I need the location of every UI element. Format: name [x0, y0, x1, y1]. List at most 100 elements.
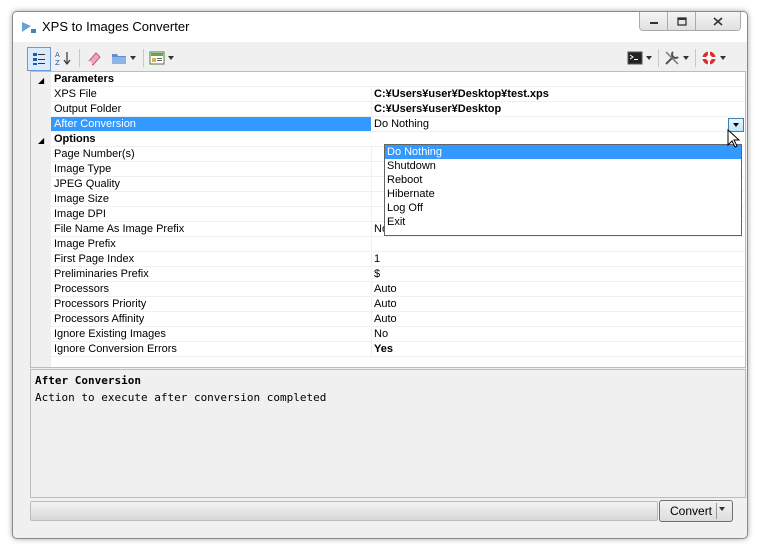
mouse-cursor-icon: [727, 129, 741, 148]
category-label: Options: [54, 133, 96, 145]
eraser-icon: [88, 52, 101, 66]
property-row-after-conversion[interactable]: After Conversion Do Nothing: [31, 117, 745, 132]
dropdown-option[interactable]: Hibernate: [385, 187, 741, 201]
toolbar: A Z: [17, 43, 743, 73]
column-divider: [371, 162, 372, 177]
collapse-icon[interactable]: ◢: [38, 76, 44, 85]
property-label: Output Folder: [54, 103, 122, 115]
toolbar-separator: [79, 49, 80, 67]
window-title: XPS to Images Converter: [42, 19, 190, 34]
property-row[interactable]: Processors Auto: [31, 282, 745, 297]
property-label: Processors: [54, 283, 110, 295]
property-row-output-folder[interactable]: Output Folder C:¥Users¥user¥Desktop: [31, 102, 745, 117]
description-text: Action to execute after conversion compl…: [35, 391, 327, 404]
property-value[interactable]: Auto: [374, 313, 397, 325]
property-label: Ignore Conversion Errors: [54, 343, 177, 355]
folder-open-icon: [112, 54, 126, 64]
property-value[interactable]: Yes: [374, 343, 393, 355]
property-value[interactable]: C:¥Users¥user¥Desktop: [374, 103, 501, 115]
property-label: Image Size: [54, 193, 110, 205]
progress-bar: [30, 501, 658, 521]
open-folder-button[interactable]: [109, 47, 139, 69]
title-bar[interactable]: XPS to Images Converter: [13, 12, 747, 42]
close-icon: [713, 16, 723, 26]
column-divider: [371, 237, 372, 252]
property-label: Ignore Existing Images: [54, 328, 166, 340]
clear-button[interactable]: [83, 47, 105, 69]
category-parameters[interactable]: ◢ Parameters: [31, 72, 745, 87]
chevron-down-icon: [732, 122, 739, 127]
help-button[interactable]: [699, 47, 729, 69]
toolbar-separator: [658, 49, 659, 67]
svg-text:Z: Z: [55, 59, 60, 66]
column-divider: [371, 267, 372, 282]
minimize-button[interactable]: [640, 12, 668, 30]
column-divider: [371, 222, 372, 237]
property-row[interactable]: Ignore Conversion Errors Yes: [31, 342, 745, 357]
property-value[interactable]: 1: [374, 253, 380, 265]
property-value[interactable]: C:¥Users¥user¥Desktop¥test.xps: [374, 88, 549, 100]
dropdown-option[interactable]: Shutdown: [385, 159, 741, 173]
property-row[interactable]: Processors Affinity Auto: [31, 312, 745, 327]
property-row[interactable]: Image Prefix: [31, 237, 745, 252]
column-divider: [371, 147, 372, 162]
column-divider: [371, 282, 372, 297]
image-settings-icon: [149, 51, 165, 65]
property-label: Processors Priority: [54, 298, 147, 310]
category-label: Parameters: [54, 73, 114, 85]
property-label: XPS File: [54, 88, 97, 100]
console-button[interactable]: [625, 47, 655, 69]
app-icon: [22, 22, 36, 33]
after-conversion-dropdown: Do Nothing Shutdown Reboot Hibernate Log…: [384, 144, 742, 236]
caption-buttons: [639, 12, 741, 31]
property-label: First Page Index: [54, 253, 135, 265]
split-divider: [716, 503, 717, 519]
property-label: Preliminaries Prefix: [54, 268, 149, 280]
column-divider: [371, 87, 372, 102]
svg-text:A: A: [55, 51, 60, 59]
chevron-down-icon: [683, 55, 689, 60]
column-divider: [371, 177, 372, 192]
property-label: File Name As Image Prefix: [54, 223, 185, 235]
property-row[interactable]: Processors Priority Auto: [31, 297, 745, 312]
categorized-button[interactable]: [27, 47, 51, 71]
dropdown-option[interactable]: Do Nothing: [385, 145, 741, 159]
column-divider: [371, 252, 372, 267]
column-divider: [371, 192, 372, 207]
alphabetical-icon: A Z: [55, 51, 71, 66]
property-label: After Conversion: [51, 117, 371, 131]
property-row-xps-file[interactable]: XPS File C:¥Users¥user¥Desktop¥test.xps: [31, 87, 745, 102]
close-button[interactable]: [696, 12, 740, 30]
property-row[interactable]: Ignore Existing Images No: [31, 327, 745, 342]
property-value[interactable]: No: [374, 328, 388, 340]
dropdown-option[interactable]: Exit: [385, 215, 741, 229]
tools-button[interactable]: [662, 47, 692, 69]
collapse-icon[interactable]: ◢: [38, 136, 44, 145]
property-value[interactable]: Auto: [374, 283, 397, 295]
property-label: Image Type: [54, 163, 112, 175]
chevron-down-icon: [646, 55, 652, 60]
minimize-icon: [649, 22, 658, 24]
after-conversion-combo[interactable]: Do Nothing: [374, 118, 429, 130]
chevron-down-icon: [168, 55, 174, 60]
chevron-down-icon: [720, 55, 726, 60]
convert-menu-arrow[interactable]: [719, 505, 726, 514]
convert-split-button[interactable]: Convert: [659, 500, 733, 522]
property-label: Page Number(s): [54, 148, 135, 160]
column-divider: [371, 207, 372, 222]
property-value[interactable]: $: [374, 268, 380, 280]
image-settings-button[interactable]: [147, 47, 177, 69]
property-row[interactable]: First Page Index 1: [31, 252, 745, 267]
maximize-icon: [676, 16, 687, 26]
dropdown-option[interactable]: Reboot: [385, 173, 741, 187]
column-divider: [371, 342, 372, 357]
property-row[interactable]: Preliminaries Prefix $: [31, 267, 745, 282]
maximize-button[interactable]: [668, 12, 696, 30]
toolbar-separator: [695, 49, 696, 67]
property-label: Image Prefix: [54, 238, 116, 250]
convert-button-label[interactable]: Convert: [670, 504, 712, 518]
alphabetical-button[interactable]: A Z: [53, 47, 73, 69]
dropdown-option[interactable]: Log Off: [385, 201, 741, 215]
property-value[interactable]: Auto: [374, 298, 397, 310]
main-window: XPS to Images Converter A Z ◢ Parameters…: [12, 11, 748, 539]
